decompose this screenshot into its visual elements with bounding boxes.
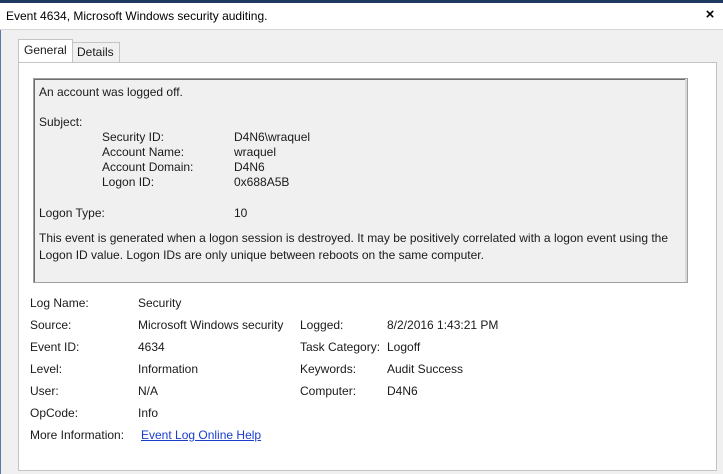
task-category-value: Logoff xyxy=(387,340,421,354)
computer-value: D4N6 xyxy=(387,384,418,398)
level-label: Level: xyxy=(30,362,63,376)
event-message-box[interactable]: An account was logged off. Subject: Secu… xyxy=(33,78,688,283)
account-name-value: wraquel xyxy=(234,145,277,159)
logged-label: Logged: xyxy=(300,318,344,332)
account-name-label: Account Name: xyxy=(102,145,185,159)
user-label: User: xyxy=(30,384,59,398)
computer-label: Computer: xyxy=(300,384,357,398)
general-tab-panel: An account was logged off. Subject: Secu… xyxy=(18,62,717,471)
keywords-label: Keywords: xyxy=(300,362,357,376)
log-name-label: Log Name: xyxy=(30,296,89,310)
level-value: Information xyxy=(138,362,199,376)
tab-general[interactable]: General xyxy=(18,39,73,62)
opcode-value: Info xyxy=(138,406,159,420)
title-bar: Event 4634, Microsoft Windows security a… xyxy=(0,3,723,30)
logged-value: 8/2/2016 1:43:21 PM xyxy=(387,318,499,332)
logon-id-label: Logon ID: xyxy=(102,175,155,189)
logon-id-value: 0x688A5B xyxy=(234,175,290,189)
opcode-label: OpCode: xyxy=(30,406,79,420)
close-button[interactable]: × xyxy=(701,6,719,24)
message-scroll-edge xyxy=(685,79,687,282)
account-domain-value: D4N6 xyxy=(234,160,265,174)
security-id-value: D4N6\wraquel xyxy=(234,130,311,144)
source-value: Microsoft Windows security xyxy=(138,318,284,332)
event-id-value: 4634 xyxy=(138,340,165,354)
tab-details[interactable]: Details xyxy=(71,42,120,62)
event-description: This event is generated when a logon ses… xyxy=(39,231,669,262)
security-id-label: Security ID: xyxy=(102,130,165,144)
subject-label: Subject: xyxy=(39,115,83,129)
more-information-label: More Information: xyxy=(30,428,125,442)
window-title: Event 4634, Microsoft Windows security a… xyxy=(6,9,268,23)
log-name-value: Security xyxy=(138,296,182,310)
account-domain-label: Account Domain: xyxy=(102,160,194,174)
source-label: Source: xyxy=(30,318,72,332)
event-summary: An account was logged off. xyxy=(39,85,183,99)
event-log-online-help-link[interactable]: Event Log Online Help xyxy=(141,428,261,442)
logon-type-label: Logon Type: xyxy=(39,206,105,220)
event-id-label: Event ID: xyxy=(30,340,80,354)
task-category-label: Task Category: xyxy=(300,340,381,354)
keywords-value: Audit Success xyxy=(387,362,464,376)
logon-type-value: 10 xyxy=(234,206,248,220)
user-value: N/A xyxy=(138,384,159,398)
event-properties-window: Event 4634, Microsoft Windows security a… xyxy=(0,3,723,474)
